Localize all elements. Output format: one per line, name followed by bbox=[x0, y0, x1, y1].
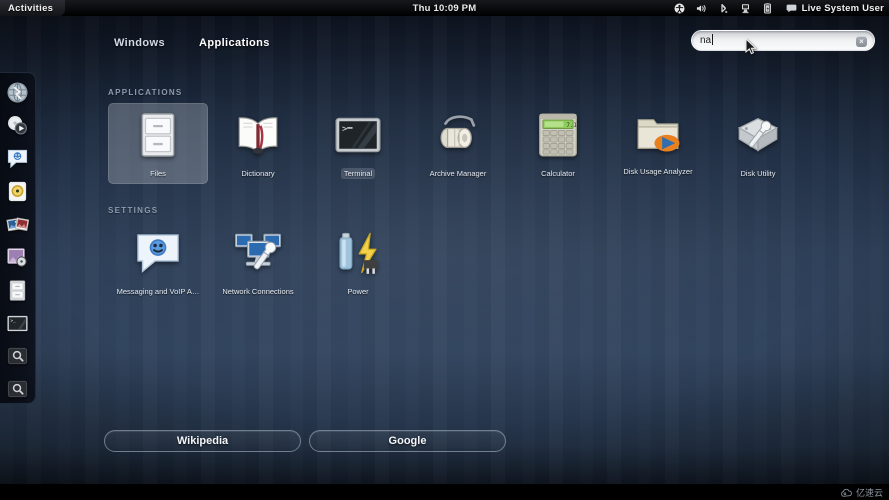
tab-applications[interactable]: Applications bbox=[193, 34, 276, 52]
accessibility-icon[interactable] bbox=[674, 3, 685, 14]
tab-applications-label: Applications bbox=[198, 37, 270, 49]
dash-item-video-editor-icon[interactable] bbox=[3, 244, 33, 272]
dash-item-music-player-icon[interactable] bbox=[3, 178, 33, 206]
disk-usage-analyzer-icon bbox=[637, 119, 680, 152]
dash-item-terminal-icon[interactable]: >_ bbox=[3, 309, 33, 337]
dash-item-media-player-icon[interactable] bbox=[3, 112, 33, 140]
app-dictionary[interactable]: Dictionary bbox=[208, 103, 308, 184]
app-label: Power bbox=[347, 287, 369, 296]
wikipedia-label: Wikipedia bbox=[176, 435, 229, 447]
setting-messaging-voip[interactable]: Messaging and VoIP A… bbox=[108, 221, 208, 302]
svg-text:7.1: 7.1 bbox=[566, 123, 577, 129]
setting-power[interactable]: Power bbox=[308, 221, 408, 302]
dash-item-search-tool-2-icon[interactable] bbox=[3, 375, 33, 403]
settings-heading: SETTINGS bbox=[108, 206, 159, 215]
network-icon[interactable] bbox=[740, 3, 751, 14]
activities-label: Activities bbox=[8, 2, 54, 14]
bottom-strip: 亿速云 bbox=[0, 484, 889, 500]
settings-grid: Messaging and VoIP A… Network Connection… bbox=[108, 221, 869, 302]
app-label: Terminal bbox=[340, 168, 376, 179]
app-label: Files bbox=[150, 169, 166, 178]
power-icon bbox=[332, 227, 384, 279]
wikipedia-search-button[interactable]: Wikipedia bbox=[104, 430, 301, 452]
watermark: 亿速云 bbox=[840, 486, 883, 499]
terminal-icon: > bbox=[332, 109, 384, 161]
gnome-shell-overview: Activities Thu 10:09 PM Live System User… bbox=[0, 0, 889, 500]
app-label: Dictionary bbox=[241, 169, 275, 178]
tab-windows[interactable]: Windows bbox=[108, 34, 171, 52]
app-label: Disk Utility bbox=[740, 169, 776, 178]
dictionary-icon bbox=[232, 109, 284, 161]
volume-icon[interactable] bbox=[696, 3, 707, 14]
applications-heading: APPLICATIONS bbox=[108, 88, 183, 97]
tab-windows-label: Windows bbox=[114, 37, 165, 49]
applications-section: APPLICATIONS Files Dictionary > Terminal… bbox=[108, 88, 869, 184]
clear-search-glyph: × bbox=[859, 37, 864, 46]
calculator-icon: 7.1 bbox=[532, 109, 584, 161]
top-bar: Activities Thu 10:09 PM Live System User bbox=[0, 0, 889, 16]
app-label: Archive Manager bbox=[429, 169, 487, 178]
bluetooth-icon[interactable] bbox=[718, 3, 729, 14]
watermark-text: 亿速云 bbox=[855, 488, 883, 498]
cloud-icon bbox=[841, 488, 852, 497]
dash-item-photos-icon[interactable] bbox=[3, 211, 33, 239]
view-selector-tabs: Windows Applications bbox=[108, 34, 276, 52]
clear-search-icon[interactable]: × bbox=[856, 36, 867, 47]
app-files[interactable]: Files bbox=[108, 103, 208, 184]
system-tray: Live System User bbox=[674, 0, 884, 16]
search-input[interactable]: na × bbox=[691, 30, 875, 51]
overview-panel: >_ Windows Applications na × APPLICATION… bbox=[0, 16, 889, 484]
network-connections-icon bbox=[232, 227, 284, 279]
app-label: Network Connections bbox=[222, 287, 294, 296]
app-disk-utility[interactable]: Disk Utility bbox=[708, 103, 808, 184]
app-terminal[interactable]: > Terminal bbox=[308, 103, 408, 184]
dash-item-search-tool-icon[interactable] bbox=[3, 342, 33, 370]
app-label: Messaging and VoIP A… bbox=[116, 287, 200, 296]
settings-section: SETTINGS Messaging and VoIP A… Network C… bbox=[108, 206, 869, 302]
svg-text:>: > bbox=[342, 124, 347, 134]
text-caret bbox=[712, 34, 714, 45]
app-archive-manager[interactable]: Archive Manager bbox=[408, 103, 508, 184]
user-menu[interactable]: Live System User bbox=[786, 3, 884, 14]
svg-text:>_: >_ bbox=[10, 319, 16, 324]
search-value: na bbox=[700, 35, 712, 46]
archive-manager-icon bbox=[432, 109, 484, 161]
messaging-voip-icon bbox=[132, 227, 184, 279]
dash-dock: >_ bbox=[0, 72, 36, 404]
dash-item-web-browser-icon[interactable] bbox=[3, 79, 33, 107]
setting-network-connections[interactable]: Network Connections bbox=[208, 221, 308, 302]
activities-button[interactable]: Activities bbox=[0, 0, 66, 16]
search-providers: Wikipedia Google bbox=[104, 430, 506, 452]
disk-utility-icon bbox=[732, 109, 784, 161]
username-label: Live System User bbox=[801, 2, 884, 14]
dash-item-messaging-icon[interactable] bbox=[3, 145, 33, 173]
app-label: Disk Usage Analyzer bbox=[623, 167, 693, 176]
chat-status-icon bbox=[786, 3, 797, 14]
applications-grid: Files Dictionary > Terminal Archive Mana… bbox=[108, 103, 869, 184]
google-label: Google bbox=[388, 435, 427, 447]
google-search-button[interactable]: Google bbox=[309, 430, 506, 452]
files-icon bbox=[132, 109, 184, 161]
app-calculator[interactable]: 7.1 Calculator bbox=[508, 103, 608, 184]
clock-label: Thu 10:09 PM bbox=[412, 2, 477, 14]
battery-icon[interactable] bbox=[762, 2, 773, 14]
app-label: Calculator bbox=[541, 169, 575, 178]
search-results: APPLICATIONS Files Dictionary > Terminal… bbox=[108, 88, 869, 302]
dash-item-files-icon[interactable] bbox=[3, 276, 33, 304]
app-disk-usage-analyzer[interactable]: Disk Usage Analyzer bbox=[608, 103, 708, 184]
